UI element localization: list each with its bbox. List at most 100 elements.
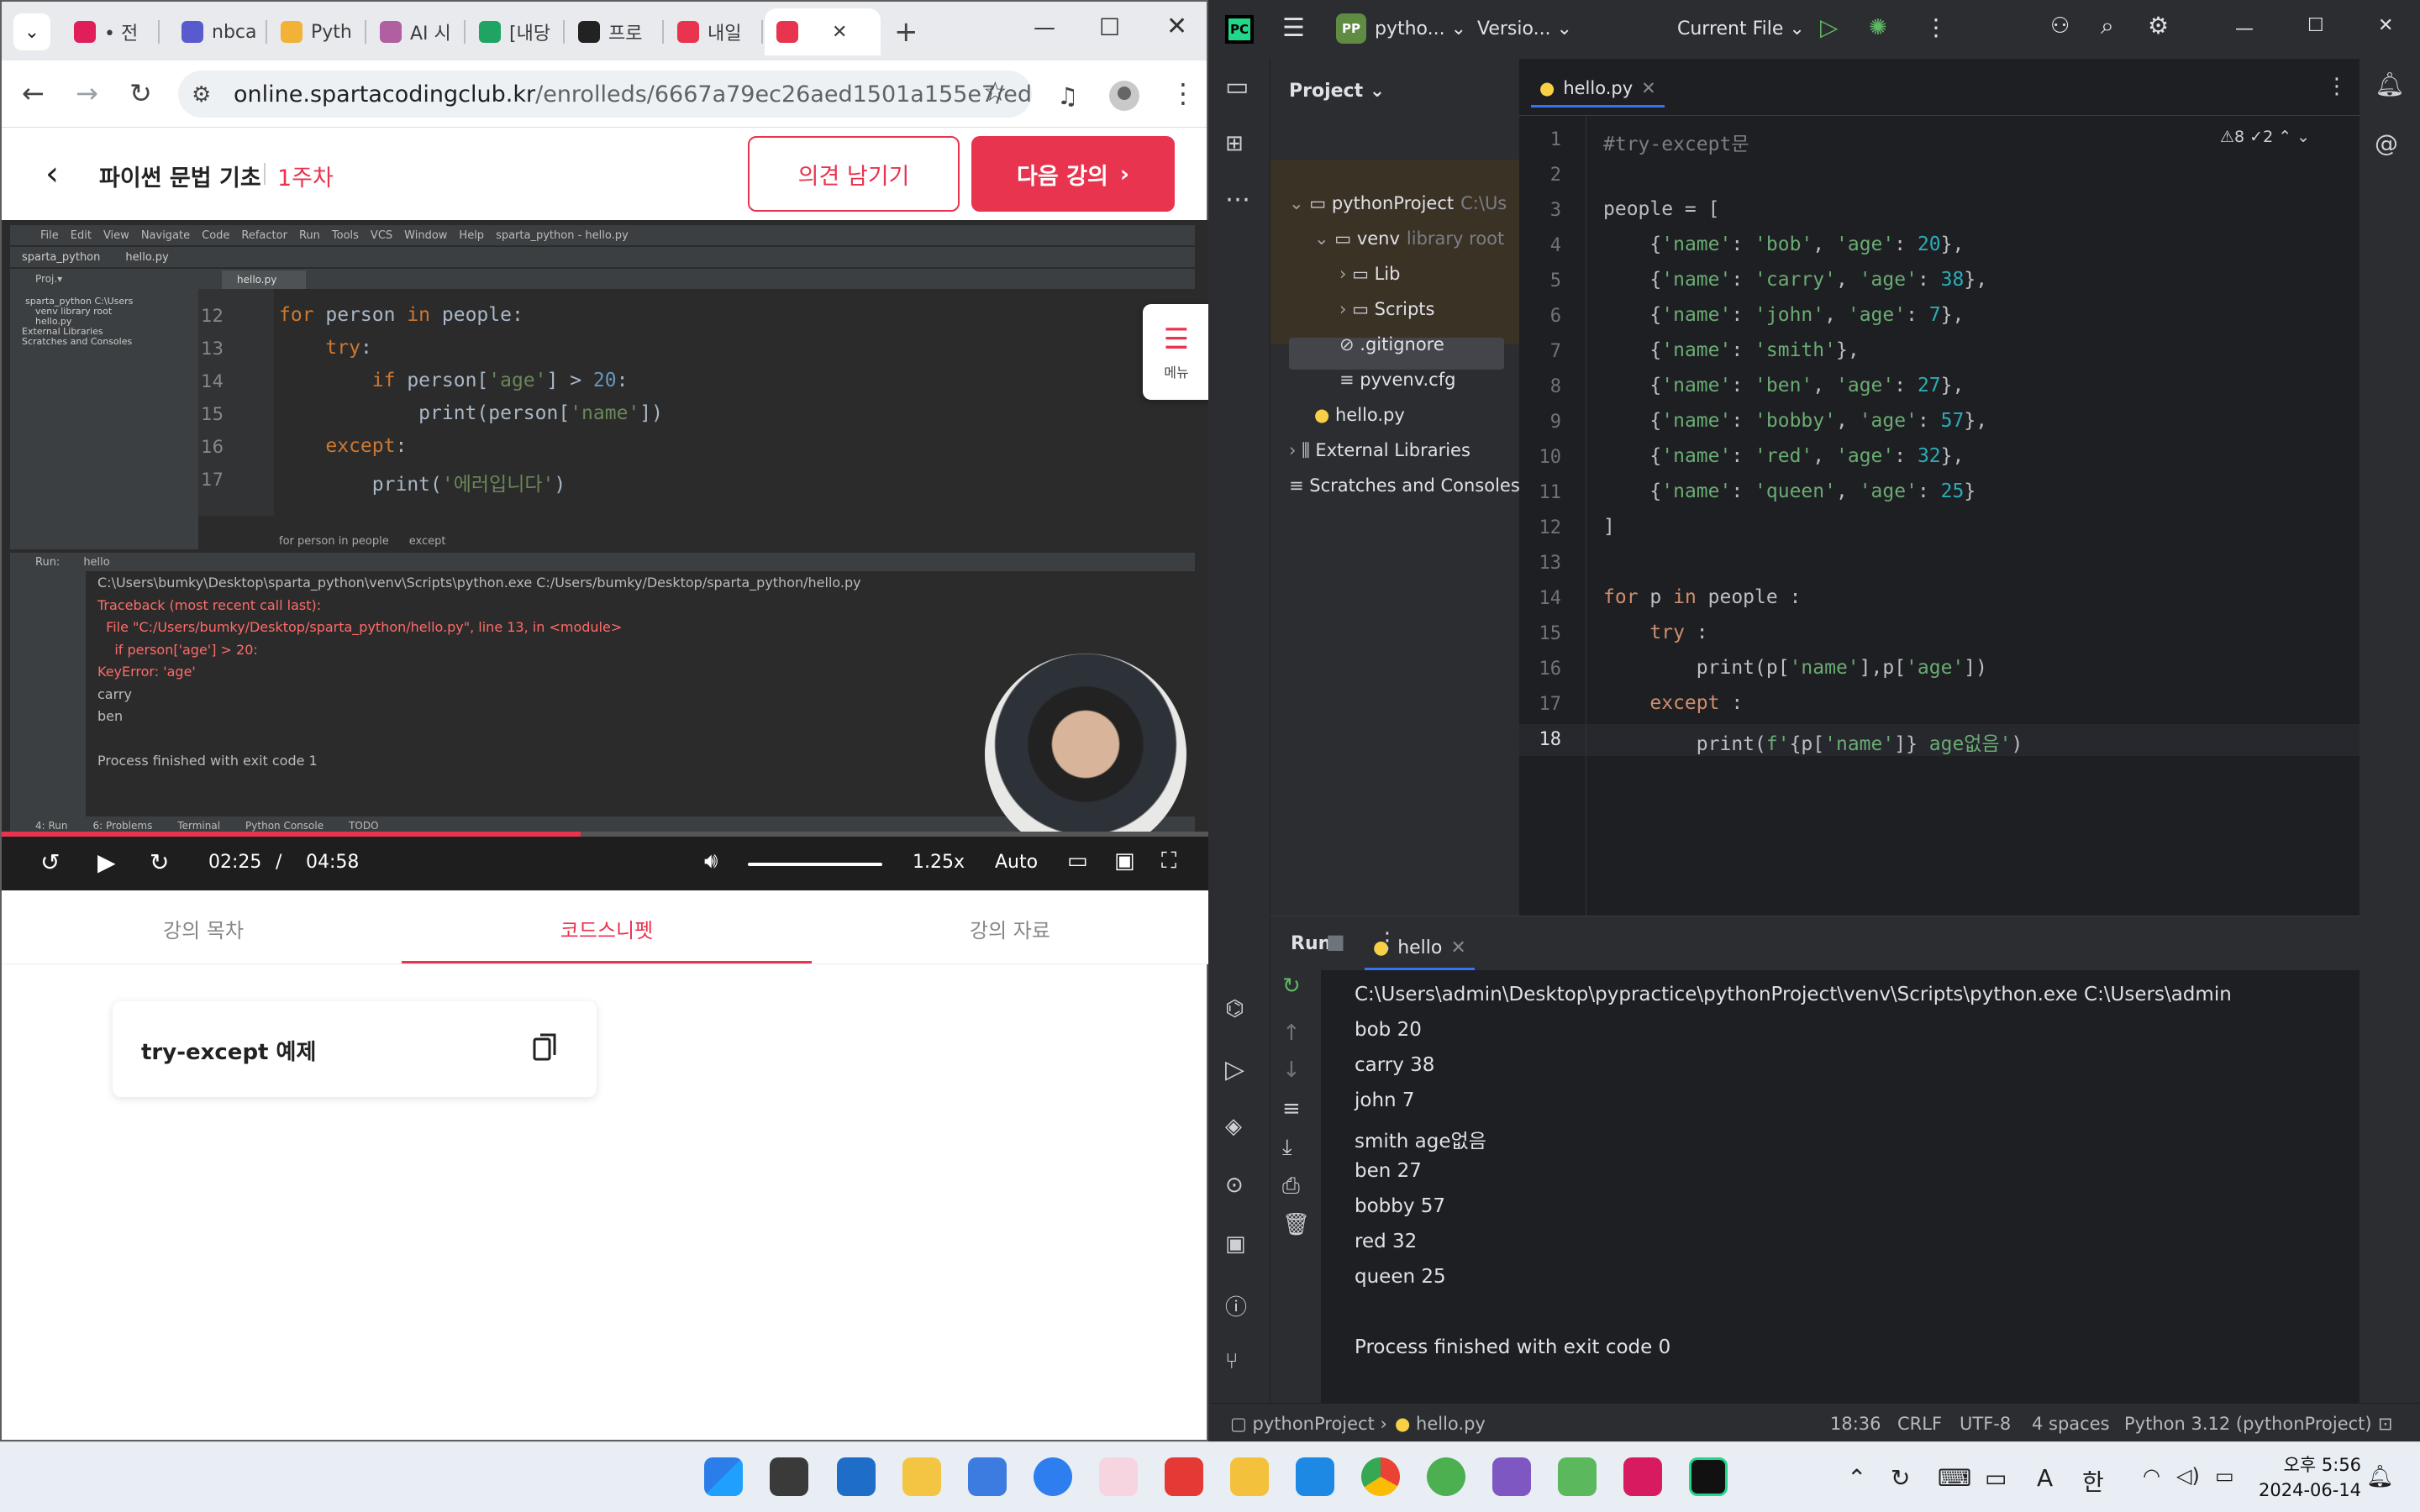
forward-arrow-icon[interactable]: → xyxy=(76,77,98,109)
new-tab-button[interactable]: + xyxy=(894,15,918,49)
browser-tab[interactable]: ✕ xyxy=(765,8,881,55)
scroll-to-end-icon[interactable]: ⤓ xyxy=(1282,1135,1292,1161)
run-more-icon[interactable]: ⋮ xyxy=(1376,928,1398,953)
lock-icon[interactable]: ⊡ xyxy=(2378,1414,2393,1434)
back-arrow-icon[interactable]: ← xyxy=(22,77,45,109)
project-tree-item[interactable]: ≡ Scratches and Consoles xyxy=(1289,475,1520,496)
project-tree-item[interactable]: › ▭ Scripts xyxy=(1339,299,1434,319)
chrome-menu-icon[interactable]: ⋮ xyxy=(1170,77,1197,109)
playback-speed[interactable]: 1.25x xyxy=(913,852,965,873)
run-icon[interactable]: ▷ xyxy=(1820,13,1839,41)
back-chevron-icon[interactable]: ‹ xyxy=(45,155,59,193)
tree-chevron-icon[interactable]: ⌄ xyxy=(1314,228,1334,249)
tree-chevron-icon[interactable]: ⌄ xyxy=(1289,193,1309,213)
file-explorer-icon[interactable] xyxy=(902,1457,941,1496)
pycharm-taskbar-icon[interactable] xyxy=(1689,1457,1728,1496)
app-icon-3[interactable] xyxy=(1165,1457,1203,1496)
snippet-card[interactable]: try-except 예제 xyxy=(113,1001,597,1097)
project-tree-item[interactable]: › ⫼ External Libraries xyxy=(1289,440,1470,461)
browser-tab[interactable]: 내일 xyxy=(666,8,760,55)
theater-mode-icon[interactable]: ▣ xyxy=(1114,848,1135,874)
address-bar[interactable]: online.spartacodingclub.kr/enrolleds/666… xyxy=(178,71,1032,118)
lesson-menu-button[interactable]: ☰ 메뉴 xyxy=(1143,304,1208,400)
keyboard-icon[interactable]: ⌨ xyxy=(1938,1464,1971,1492)
minimize-button[interactable]: — xyxy=(2235,18,2254,39)
tree-chevron-icon[interactable]: › xyxy=(1339,264,1352,284)
browser-tab[interactable]: 프로 xyxy=(566,8,660,55)
app-icon-1[interactable] xyxy=(968,1457,1007,1496)
trash-icon[interactable]: 🗑︎ xyxy=(1282,1212,1310,1237)
close-tab-icon[interactable]: ✕ xyxy=(1641,78,1656,98)
notepad-icon[interactable] xyxy=(1230,1457,1269,1496)
chrome-icon[interactable] xyxy=(1361,1457,1400,1496)
next-lecture-button[interactable]: 다음 강의 › xyxy=(971,136,1175,212)
copy-icon[interactable] xyxy=(533,1032,558,1063)
play-icon[interactable]: ▶ xyxy=(97,848,116,876)
tab-code-snippet[interactable]: 코드스니펫 xyxy=(481,914,733,943)
notification-bell-icon[interactable]: 🔔︎ xyxy=(2366,1464,2394,1489)
up-arrow-icon[interactable]: ↑ xyxy=(1282,1021,1301,1046)
tab-search-button[interactable]: ⌄ xyxy=(13,13,50,50)
tab-lesson-list[interactable]: 강의 목차 xyxy=(77,914,329,943)
tree-chevron-icon[interactable]: › xyxy=(1289,440,1302,460)
store-icon[interactable] xyxy=(837,1457,876,1496)
editor-more-icon[interactable]: ⋮ xyxy=(2326,74,2348,99)
project-tree-item[interactable]: ● hello.py xyxy=(1314,405,1405,425)
snipping-tool-icon[interactable] xyxy=(1099,1457,1138,1496)
main-menu-icon[interactable]: ☰ xyxy=(1282,13,1305,43)
feedback-button[interactable]: 의견 남기기 xyxy=(748,136,960,212)
browser-tab[interactable]: Pyth xyxy=(269,8,363,55)
line-separator[interactable]: CRLF xyxy=(1897,1414,1942,1434)
more-actions-icon[interactable]: ⋮ xyxy=(1924,13,1948,41)
close-window-button[interactable]: ✕ xyxy=(1166,12,1187,41)
rewind-10-icon[interactable]: ↺ xyxy=(40,848,60,876)
tray-overflow-icon[interactable]: ⌃ xyxy=(1847,1464,1866,1492)
volume-icon[interactable]: 🔊︎ xyxy=(704,848,718,874)
layers-icon[interactable]: ◈ xyxy=(1225,1114,1242,1139)
app-icon-6[interactable] xyxy=(1558,1457,1597,1496)
profile-avatar[interactable] xyxy=(1109,81,1139,111)
add-user-icon[interactable]: ⚇ xyxy=(2050,13,2070,39)
headset-icon[interactable] xyxy=(1492,1457,1531,1496)
speaker-icon[interactable]: ◁) xyxy=(2176,1464,2200,1488)
inspection-widget[interactable]: ⚠8 ✓2 ⌃ ⌄ xyxy=(2220,128,2310,146)
fullscreen-icon[interactable]: ⛶ xyxy=(1161,848,1176,874)
project-selector[interactable]: pytho... ⌄ xyxy=(1375,18,1466,39)
app-icon-4[interactable] xyxy=(1296,1457,1334,1496)
close-window-button[interactable]: ✕ xyxy=(2378,15,2393,36)
debug-icon[interactable]: ✺ xyxy=(1869,15,1887,40)
down-arrow-icon[interactable]: ↓ xyxy=(1282,1058,1301,1083)
caret-position[interactable]: 18:36 xyxy=(1830,1414,1881,1434)
bookmark-star-icon[interactable]: ☆ xyxy=(983,76,1007,108)
ime-language[interactable]: 한 xyxy=(2082,1464,2104,1498)
tab-lesson-material[interactable]: 강의 자료 xyxy=(884,914,1136,943)
project-folder-icon[interactable]: ▭ xyxy=(1225,72,1249,102)
project-tree-item[interactable]: ⊘ .gitignore xyxy=(1339,334,1444,354)
close-tab-icon[interactable]: ✕ xyxy=(832,22,847,43)
status-project[interactable]: ▢ pythonProject › xyxy=(1230,1414,1387,1434)
task-view-icon[interactable] xyxy=(770,1457,808,1496)
more-tools-icon[interactable]: ⋯ xyxy=(1225,185,1250,214)
project-tree-item[interactable]: ⌄ ▭ pythonProject C:\Us xyxy=(1289,193,1507,213)
browser-tab[interactable]: AI 시 xyxy=(368,8,462,55)
settings-gear-icon[interactable]: ⚙ xyxy=(2148,12,2169,39)
app-icon-5[interactable] xyxy=(1427,1457,1465,1496)
site-info-icon[interactable]: ⚙ xyxy=(192,82,211,108)
maximize-button[interactable]: ☐ xyxy=(1099,13,1120,41)
problems-icon[interactable]: ⓘ xyxy=(1225,1290,1247,1321)
run-config-selector[interactable]: Current File ⌄ xyxy=(1677,18,1805,39)
tree-chevron-icon[interactable]: › xyxy=(1339,299,1352,319)
browser-tab[interactable]: nbca xyxy=(170,8,264,55)
python-packages-icon[interactable]: ⌬ xyxy=(1225,996,1244,1021)
stop-icon[interactable]: ■ xyxy=(1326,930,1345,953)
notifications-bell-icon[interactable]: 🔔︎ xyxy=(2375,71,2405,98)
code-editor[interactable]: ● hello.py ✕ ⋮ ⚠8 ✓2 ⌃ ⌄ 1 2 3 4 5 6 7 8 9 10 11 12… xyxy=(1519,59,2360,916)
project-tree-item[interactable]: › ▭ Lib xyxy=(1339,264,1400,284)
sync-icon[interactable]: ↻ xyxy=(1891,1464,1910,1492)
interpreter-selector[interactable]: Python 3.12 (pythonProject) xyxy=(2124,1414,2372,1434)
ime-mode[interactable]: A xyxy=(2037,1464,2053,1492)
volume-slider[interactable] xyxy=(748,863,882,866)
display-icon[interactable]: ▭ xyxy=(1985,1464,2007,1492)
soft-wrap-icon[interactable]: ≡ xyxy=(1282,1096,1301,1121)
structure-icon[interactable]: ⊞ xyxy=(1225,131,1244,156)
